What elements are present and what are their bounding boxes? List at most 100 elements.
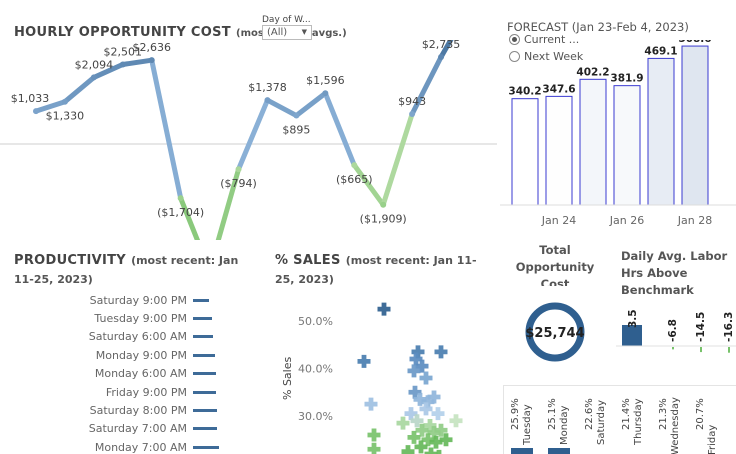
- data-label: $943: [398, 95, 426, 108]
- day-percent-label: 22.6%: [584, 398, 595, 430]
- line-segment: [120, 57, 155, 67]
- total-title: Total Opportunity Cost: [515, 243, 595, 286]
- data-point: [177, 195, 184, 202]
- sales-title: % SALES: [275, 253, 341, 268]
- data-label: $2,094: [75, 58, 114, 71]
- scatter-cross: [401, 445, 415, 454]
- data-point: [33, 108, 39, 115]
- forecast-bar: [681, 45, 709, 206]
- data-label: $1,033: [11, 92, 50, 105]
- productivity-row: Tuesday 9:00 PM: [40, 309, 220, 327]
- productivity-bar: [193, 372, 216, 376]
- day-name-label: Friday: [707, 425, 718, 454]
- data-point: [409, 111, 416, 118]
- data-point: [293, 112, 300, 119]
- data-label: ($665): [336, 173, 373, 186]
- productivity-row: Friday 9:00 PM: [40, 383, 220, 401]
- forecast-value-label: 381.9: [610, 73, 643, 85]
- productivity-row: Saturday 8:00 PM: [40, 401, 220, 419]
- filter-value: (All): [267, 27, 288, 38]
- productivity-bar: [193, 427, 217, 431]
- day-percent-chart: 25.9% Tuesday 25.1% Monday 22.6% Saturday 21.4…: [510, 397, 718, 454]
- day-percent-label: 25.1%: [547, 398, 558, 430]
- data-point: [351, 162, 358, 169]
- productivity-label: Saturday 9:00 PM: [89, 293, 187, 307]
- scatter-cross: [367, 428, 381, 442]
- data-label: $1,330: [46, 110, 85, 123]
- productivity-row: Monday 7:00 AM: [40, 438, 220, 454]
- sales-tick: 30.0%: [298, 410, 333, 423]
- productivity-label: Saturday 7:00 AM: [88, 422, 187, 436]
- data-label: ($794): [220, 177, 257, 190]
- data-point: [264, 97, 271, 104]
- scatter-cross: [396, 416, 410, 430]
- data-label: $2,636: [132, 41, 171, 54]
- sales-scatter-chart: 50.0% 40.0% 30.0% % Sales: [281, 302, 463, 454]
- filter-header: Day of W...: [262, 15, 311, 25]
- productivity-row: Saturday 7:00 AM: [40, 420, 220, 438]
- data-label: ($1,909): [360, 213, 407, 226]
- scatter-cross: [357, 354, 371, 368]
- productivity-bar: [193, 408, 217, 412]
- labor-bar-chart: 3.5 -6.8 -14.5 -16.3: [616, 309, 736, 353]
- opportunity-title: HOURLY OPPORTUNITY COST: [14, 25, 231, 40]
- forecast-value-label: 469.1: [644, 45, 677, 57]
- productivity-label: Saturday 8:00 PM: [89, 403, 187, 417]
- forecast-value-label: 347.6: [542, 83, 575, 95]
- forecast-title: FORECAST (Jan 23-Feb 4, 2023): [507, 20, 689, 34]
- productivity-bar: [193, 353, 215, 357]
- data-point: [148, 57, 155, 64]
- total-value: $25,744: [525, 326, 584, 341]
- productivity-title: PRODUCTIVITY: [14, 253, 126, 268]
- day-bar: [548, 448, 570, 454]
- data-label: $895: [282, 124, 310, 137]
- day-percent-label: 20.7%: [695, 398, 706, 430]
- forecast-tick: Jan 28: [677, 214, 712, 227]
- data-point: [61, 98, 68, 105]
- scatter-cross: [367, 442, 381, 454]
- line-segment: [322, 90, 357, 168]
- forecast-tick: Jan 26: [609, 214, 644, 227]
- data-label: $1,378: [248, 81, 287, 94]
- labor-bar: [700, 347, 702, 353]
- forecast-value-label: 402.2: [576, 66, 609, 78]
- day-name-label: Saturday: [596, 400, 607, 445]
- forecast-bar: [545, 95, 573, 206]
- productivity-row: Saturday 9:00 PM: [40, 291, 220, 309]
- filter-dropdown[interactable]: (All) ▼: [262, 25, 312, 40]
- productivity-row: Monday 9:00 PM: [40, 346, 220, 364]
- line-segment: [380, 111, 415, 208]
- forecast-bar: [511, 98, 539, 206]
- scatter-cross: [419, 371, 433, 385]
- scatter-cross: [449, 414, 463, 428]
- total-ring: $25,744: [525, 302, 585, 362]
- data-label: $1,596: [306, 74, 345, 87]
- scatter-cross: [434, 345, 448, 359]
- day-name-label: Wednesday: [670, 397, 681, 454]
- data-point: [235, 166, 242, 173]
- day-name-label: Monday: [559, 405, 570, 445]
- productivity-bar: [193, 390, 216, 394]
- day-of-week-filter[interactable]: Day of W... (All) ▼: [262, 15, 312, 40]
- productivity-list: Saturday 9:00 PM Tuesday 9:00 PM Saturday …: [0, 291, 260, 454]
- productivity-bar: [193, 298, 209, 302]
- labor-label: -14.5: [695, 312, 707, 342]
- forecast-bar: [647, 57, 675, 206]
- forecast-bar: [613, 85, 641, 206]
- labor-title: Daily Avg. Labor Hrs Above Benchmark: [621, 249, 728, 297]
- forecast-bar: [579, 78, 607, 206]
- productivity-label: Friday 9:00 PM: [105, 385, 187, 399]
- sales-tick: 50.0%: [298, 315, 333, 328]
- data-label: ($1,704): [157, 206, 204, 219]
- sales-title-block: % SALES (most recent: Jan 11-25, 2023): [275, 250, 495, 288]
- productivity-label: Saturday 6:00 AM: [88, 330, 187, 344]
- labor-label: -16.3: [723, 312, 735, 342]
- productivity-bar: [193, 335, 213, 339]
- day-percent-label: 21.3%: [658, 398, 669, 430]
- labor-label: -6.8: [667, 319, 679, 342]
- scatter-cross: [414, 440, 428, 454]
- forecast-tick: Jan 24: [541, 214, 576, 227]
- labor-label: 3.5: [627, 309, 639, 328]
- productivity-bar: [193, 445, 219, 449]
- day-name-label: Tuesday: [522, 404, 533, 446]
